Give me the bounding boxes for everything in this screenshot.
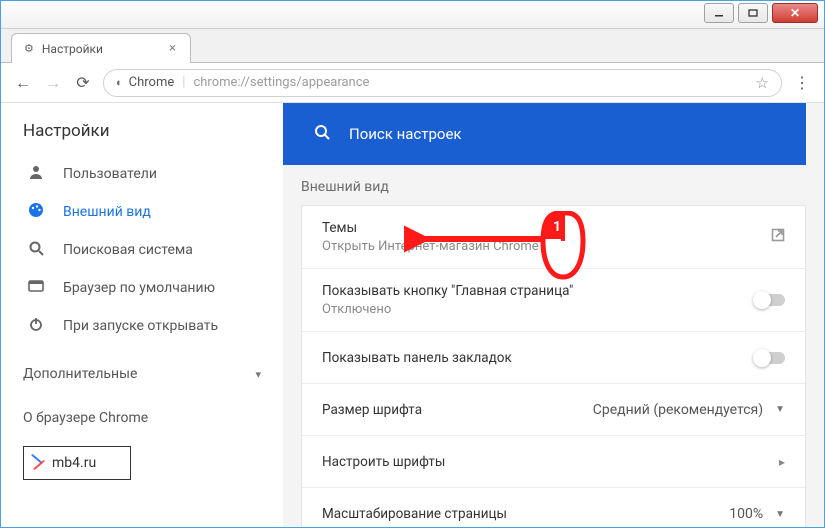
open-external-icon bbox=[771, 228, 785, 246]
row-home-button[interactable]: Показывать кнопку "Главная страница" Отк… bbox=[302, 269, 805, 332]
watermark-text: mb4.ru bbox=[52, 455, 96, 471]
watermark-icon bbox=[30, 455, 46, 471]
section-title: Внешний вид bbox=[301, 179, 806, 195]
row-title: Масштабирование страницы bbox=[322, 506, 507, 522]
bookmark-star-icon[interactable]: ☆ bbox=[756, 74, 769, 92]
row-font-size[interactable]: Размер шрифта Средний (рекомендуется) ▼ bbox=[302, 384, 805, 436]
url-separator: | bbox=[182, 75, 185, 90]
sidebar-about-chrome[interactable]: О браузере Chrome bbox=[1, 392, 283, 436]
browser-icon bbox=[27, 278, 45, 298]
watermark-logo: mb4.ru bbox=[23, 446, 131, 480]
row-themes[interactable]: Темы Открыть Интернет-магазин Chrome bbox=[302, 206, 805, 269]
settings-main: Поиск настроек Внешний вид Темы Открыть … bbox=[283, 103, 824, 527]
row-customize-fonts[interactable]: Настроить шрифты ▸ bbox=[302, 436, 805, 488]
sidebar-advanced-label: Дополнительные bbox=[23, 366, 137, 382]
font-size-select[interactable]: Средний (рекомендуется) ▼ bbox=[593, 402, 785, 418]
sidebar-item-appearance[interactable]: Внешний вид bbox=[1, 193, 283, 231]
search-placeholder: Поиск настроек bbox=[349, 125, 462, 143]
sidebar-item-label: Внешний вид bbox=[63, 204, 151, 220]
gear-icon: ⚙ bbox=[24, 42, 34, 55]
row-page-zoom[interactable]: Масштабирование страницы 100% ▼ bbox=[302, 488, 805, 527]
window-close-button[interactable]: ✕ bbox=[772, 3, 818, 23]
browser-tabstrip: ⚙ Настройки × bbox=[1, 29, 824, 63]
window-minimize-button[interactable] bbox=[704, 3, 734, 23]
select-value: 100% bbox=[729, 506, 763, 522]
appearance-card: Темы Открыть Интернет-магазин Chrome Пок… bbox=[301, 205, 806, 527]
sidebar-item-search-engine[interactable]: Поисковая система bbox=[1, 231, 283, 269]
select-value: Средний (рекомендуется) bbox=[593, 402, 763, 418]
window-maximize-button[interactable] bbox=[738, 3, 768, 23]
sidebar-advanced-toggle[interactable]: Дополнительные ▾ bbox=[1, 351, 283, 392]
sidebar-item-label: При запуске открывать bbox=[63, 318, 218, 334]
url-path: chrome://settings/appearance bbox=[193, 75, 369, 90]
row-title: Показывать кнопку "Главная страница" bbox=[322, 283, 573, 299]
sidebar-item-label: Поисковая система bbox=[63, 242, 193, 258]
search-icon bbox=[313, 123, 331, 145]
sidebar-about-label: О браузере Chrome bbox=[23, 410, 148, 426]
row-bookmarks-bar[interactable]: Показывать панель закладок bbox=[302, 332, 805, 384]
chevron-down-icon: ▼ bbox=[775, 509, 785, 520]
row-title: Размер шрифта bbox=[322, 402, 422, 418]
forward-button[interactable]: → bbox=[43, 73, 63, 93]
palette-icon bbox=[27, 202, 45, 222]
chevron-right-icon: ▸ bbox=[779, 455, 785, 469]
tab-title: Настройки bbox=[42, 42, 103, 56]
sidebar-item-label: Пользователи bbox=[63, 166, 157, 182]
browser-toolbar: ← → ⟳ ◐ Chrome | chrome://settings/appea… bbox=[1, 63, 824, 103]
sidebar-item-default-browser[interactable]: Браузер по умолчанию bbox=[1, 269, 283, 307]
chevron-down-icon: ▾ bbox=[255, 368, 261, 381]
settings-search-bar[interactable]: Поиск настроек bbox=[283, 103, 806, 165]
row-subtitle: Открыть Интернет-магазин Chrome bbox=[322, 239, 539, 254]
browser-menu-button[interactable]: ⋮ bbox=[792, 73, 812, 92]
settings-sidebar: Настройки Пользователи Внешний вид Поиск… bbox=[1, 103, 283, 527]
page-zoom-select[interactable]: 100% ▼ bbox=[729, 506, 785, 522]
row-title: Настроить шрифты bbox=[322, 454, 445, 470]
row-title: Темы bbox=[322, 220, 539, 236]
sidebar-item-label: Браузер по умолчанию bbox=[63, 280, 215, 296]
address-bar[interactable]: ◐ Chrome | chrome://settings/appearance … bbox=[103, 69, 782, 97]
toggle-home-button[interactable] bbox=[755, 294, 785, 306]
search-icon bbox=[27, 240, 45, 260]
toggle-bookmarks-bar[interactable] bbox=[755, 352, 785, 364]
row-title: Показывать панель закладок bbox=[322, 350, 512, 366]
settings-content: Настройки Пользователи Внешний вид Поиск… bbox=[1, 103, 824, 527]
window-titlebar: ✕ bbox=[1, 1, 824, 29]
sidebar-title: Настройки bbox=[23, 121, 283, 141]
chevron-down-icon: ▼ bbox=[775, 404, 785, 415]
row-subtitle: Отключено bbox=[322, 302, 573, 317]
back-button[interactable]: ← bbox=[13, 73, 33, 93]
power-icon bbox=[27, 316, 45, 336]
security-chip: ◐ Chrome bbox=[116, 75, 174, 90]
reload-button[interactable]: ⟳ bbox=[73, 73, 93, 92]
sidebar-item-on-startup[interactable]: При запуске открывать bbox=[1, 307, 283, 345]
sidebar-item-users[interactable]: Пользователи bbox=[1, 155, 283, 193]
url-label: Chrome bbox=[129, 75, 175, 90]
globe-icon: ◐ bbox=[116, 76, 123, 89]
tab-close-button[interactable]: × bbox=[169, 41, 176, 56]
browser-tab-active[interactable]: ⚙ Настройки × bbox=[11, 33, 191, 63]
person-icon bbox=[27, 164, 45, 184]
